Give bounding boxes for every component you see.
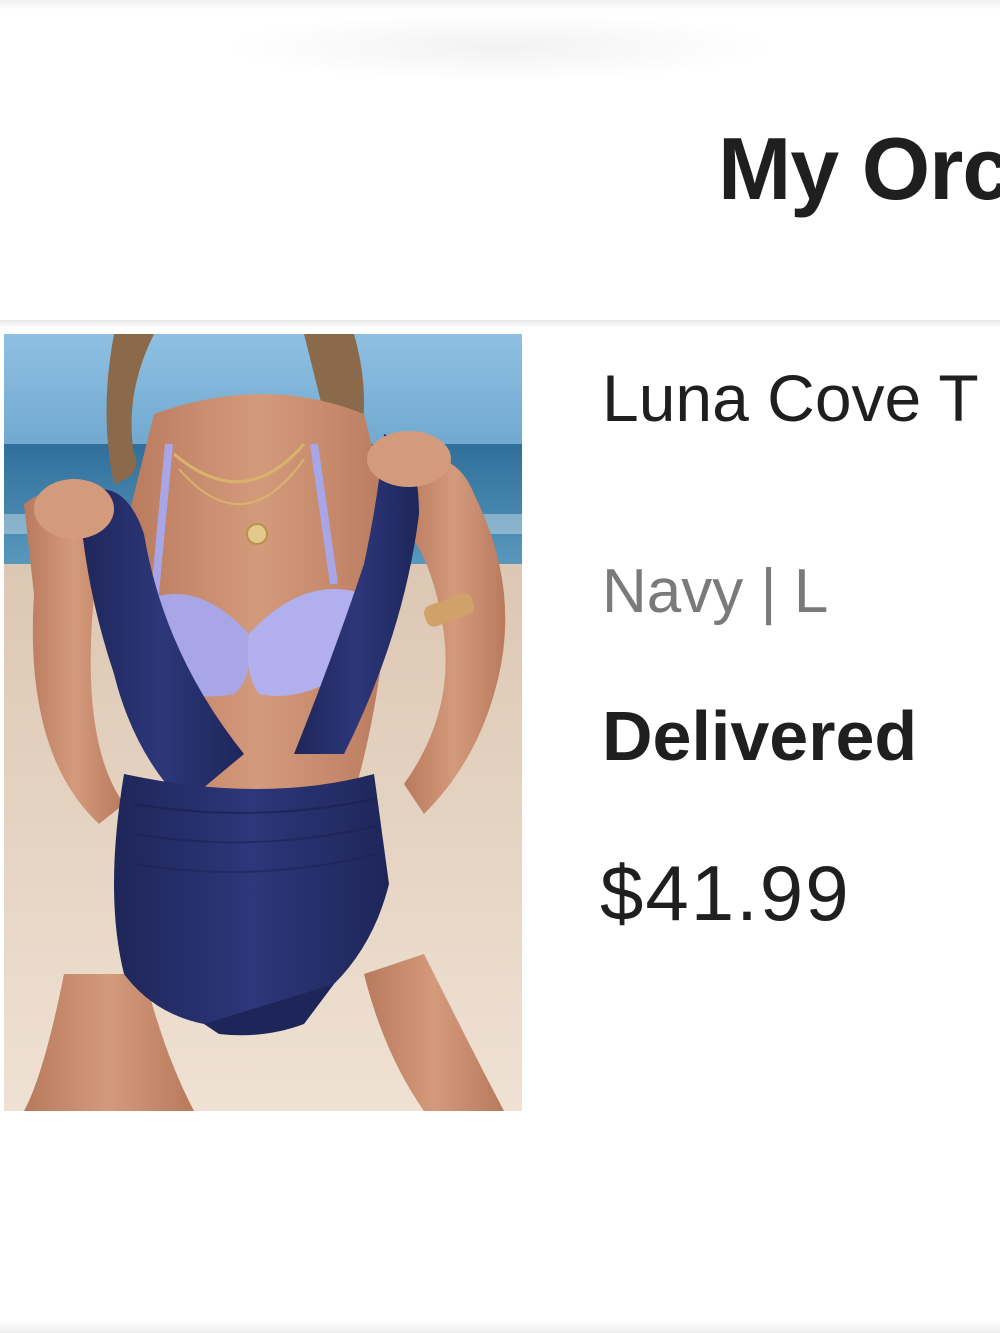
product-price: $41.99: [600, 849, 851, 937]
header-divider: [0, 320, 1000, 328]
header: My Orc: [0, 0, 1000, 320]
product-name[interactable]: Luna Cove T: [602, 360, 979, 436]
bottom-edge: [0, 1320, 1000, 1333]
order-page: My Orc Luna Cove T Navy | L Delivered $4…: [0, 0, 1000, 1333]
page-title: My Orc: [718, 119, 1000, 218]
order-item-card[interactable]: Luna Cove T Navy | L Delivered $41.99: [0, 330, 1000, 1120]
header-shadow: [220, 12, 780, 82]
product-image[interactable]: [4, 334, 522, 1111]
product-variant: Navy | L: [602, 557, 829, 626]
order-status: Delivered: [602, 697, 918, 775]
